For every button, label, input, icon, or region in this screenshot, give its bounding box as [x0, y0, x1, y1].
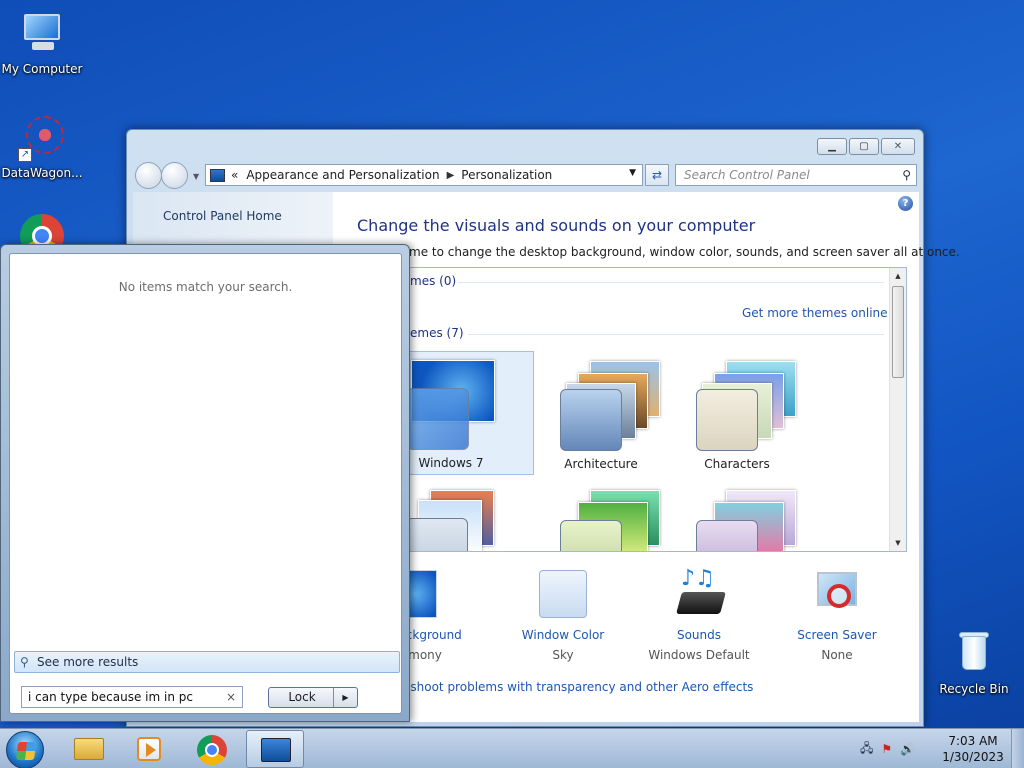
aero-troubleshoot-link[interactable]: eshoot problems with transparency and ot…: [403, 680, 753, 694]
maximize-button[interactable]: ▢: [849, 138, 879, 155]
group-divider: [468, 334, 884, 335]
action-center-flag-icon[interactable]: ⚑: [881, 742, 892, 756]
computer-icon: [18, 10, 66, 58]
theme-name: Characters: [704, 457, 770, 471]
forward-button[interactable]: [161, 162, 188, 189]
option-label: Window Color: [521, 628, 605, 642]
scroll-up-icon[interactable]: ▲: [890, 268, 906, 284]
control-panel-home-link[interactable]: Control Panel Home: [163, 209, 282, 223]
see-more-label: See more results: [37, 655, 139, 669]
breadcrumb-appearance[interactable]: Appearance and Personalization: [246, 168, 439, 182]
folder-icon: [74, 738, 104, 760]
scroll-down-icon[interactable]: ▼: [890, 535, 906, 551]
volume-icon[interactable]: 🔊: [900, 742, 915, 756]
address-dropdown-icon[interactable]: ▼: [629, 168, 636, 178]
option-label: Sounds: [676, 628, 722, 642]
theme-tile[interactable]: [536, 480, 666, 551]
start-menu: No items match your search. ⚲ See more r…: [0, 244, 410, 722]
close-button[interactable]: ✕: [881, 138, 915, 155]
personalize-options: Background armony Window Color Sky ♪♫ So…: [333, 566, 919, 670]
minimize-button[interactable]: ▁: [817, 138, 847, 155]
clear-search-icon[interactable]: ×: [226, 687, 236, 707]
datawagon-icon: ↗: [18, 114, 66, 162]
group-divider: [458, 282, 884, 283]
page-subtitle: me to change the desktop background, win…: [409, 245, 960, 259]
taskbar-control-panel-button[interactable]: [246, 730, 304, 768]
clock[interactable]: 7:03 AM 1/30/2023: [942, 733, 1004, 765]
aero-themes-group-label: emes (7): [410, 326, 464, 340]
control-panel-icon: [261, 738, 291, 762]
shutdown-options-arrow-icon[interactable]: ▶: [333, 688, 357, 707]
chrome-icon: [197, 735, 227, 765]
desktop-icon-recycle-bin[interactable]: Recycle Bin: [932, 630, 1016, 696]
option-value: Windows Default: [648, 648, 750, 662]
sounds-option[interactable]: ♪♫ Sounds Windows Default: [629, 566, 769, 662]
search-icon: ⚲: [20, 655, 29, 669]
show-desktop-button[interactable]: [1011, 729, 1024, 768]
desktop-icon-label: Recycle Bin: [939, 682, 1009, 696]
lock-label: Lock: [288, 690, 316, 704]
theme-characters[interactable]: Characters: [672, 351, 802, 475]
window-color-icon: [539, 570, 587, 618]
breadcrumb-separator-icon[interactable]: ▶: [447, 170, 455, 181]
no-results-message: No items match your search.: [118, 280, 293, 294]
theme-list[interactable]: mes (0) Get more themes online emes (7) …: [357, 267, 907, 552]
screen-saver-icon: [813, 570, 861, 618]
main-pane: ? Change the visuals and sounds on your …: [333, 192, 960, 722]
option-label: Screen Saver: [797, 628, 877, 642]
start-button[interactable]: [6, 731, 44, 768]
search-icon[interactable]: ⚲: [902, 165, 911, 185]
windows-logo-icon: [16, 742, 36, 760]
taskbar-media-player-button[interactable]: [120, 730, 178, 768]
start-search-input[interactable]: i can type because im in pc ×: [21, 686, 243, 708]
taskbar: 🖧 ⚑ 🔊 7:03 AM 1/30/2023: [0, 728, 1024, 768]
desktop-icon-label: My Computer: [1, 62, 83, 76]
desktop-icon-my-computer[interactable]: My Computer: [0, 10, 84, 76]
taskbar-explorer-button[interactable]: [60, 730, 118, 768]
navigation-buttons: [135, 162, 188, 189]
clock-time: 7:03 AM: [948, 734, 998, 748]
theme-tile[interactable]: [404, 480, 534, 551]
start-search-value: i can type because im in pc: [28, 690, 193, 704]
search-input[interactable]: Search Control Panel ⚲: [675, 164, 917, 186]
refresh-button[interactable]: ⇄: [645, 164, 669, 186]
theme-architecture[interactable]: Architecture: [536, 351, 666, 475]
breadcrumb-prefix[interactable]: «: [231, 168, 238, 182]
help-icon[interactable]: ?: [898, 196, 913, 211]
taskbar-chrome-button[interactable]: [183, 730, 241, 768]
theme-list-scrollbar[interactable]: ▲ ▼: [889, 268, 906, 551]
sounds-icon: ♪♫: [675, 566, 726, 618]
option-value: Sky: [552, 648, 574, 662]
back-button[interactable]: [135, 162, 162, 189]
window-color-option[interactable]: Window Color Sky: [493, 570, 633, 662]
see-more-results-button[interactable]: ⚲ See more results: [14, 651, 400, 673]
option-value: None: [821, 648, 853, 662]
recent-pages-dropdown[interactable]: ▼: [193, 172, 199, 181]
scroll-thumb[interactable]: [892, 286, 904, 378]
my-themes-group-label: mes (0): [410, 274, 457, 288]
window-controls: ▁ ▢ ✕: [817, 138, 915, 155]
theme-windows-7[interactable]: Windows 7: [404, 351, 534, 475]
control-panel-icon: [210, 168, 225, 182]
system-tray: 🖧 ⚑ 🔊: [860, 729, 915, 768]
theme-tile[interactable]: [672, 480, 802, 551]
theme-name: Architecture: [564, 457, 638, 471]
page-title: Change the visuals and sounds on your co…: [357, 216, 756, 235]
media-player-icon: [137, 737, 161, 761]
clock-date: 1/30/2023: [942, 750, 1004, 764]
desktop-icon-datawagon[interactable]: ↗ DataWagon...: [0, 114, 84, 180]
search-placeholder: Search Control Panel: [684, 168, 810, 182]
recycle-bin-icon: [950, 630, 998, 678]
address-bar[interactable]: « Appearance and Personalization ▶ Perso…: [205, 164, 643, 186]
breadcrumb-personalization[interactable]: Personalization: [461, 168, 552, 182]
lock-button[interactable]: Lock ▶: [268, 687, 358, 708]
network-icon[interactable]: 🖧: [860, 739, 873, 760]
desktop-icon-label: DataWagon...: [1, 166, 83, 180]
search-results-pane: No items match your search. ⚲ See more r…: [9, 253, 402, 714]
screen-saver-option[interactable]: Screen Saver None: [767, 570, 907, 662]
get-more-themes-link[interactable]: Get more themes online: [742, 306, 888, 320]
